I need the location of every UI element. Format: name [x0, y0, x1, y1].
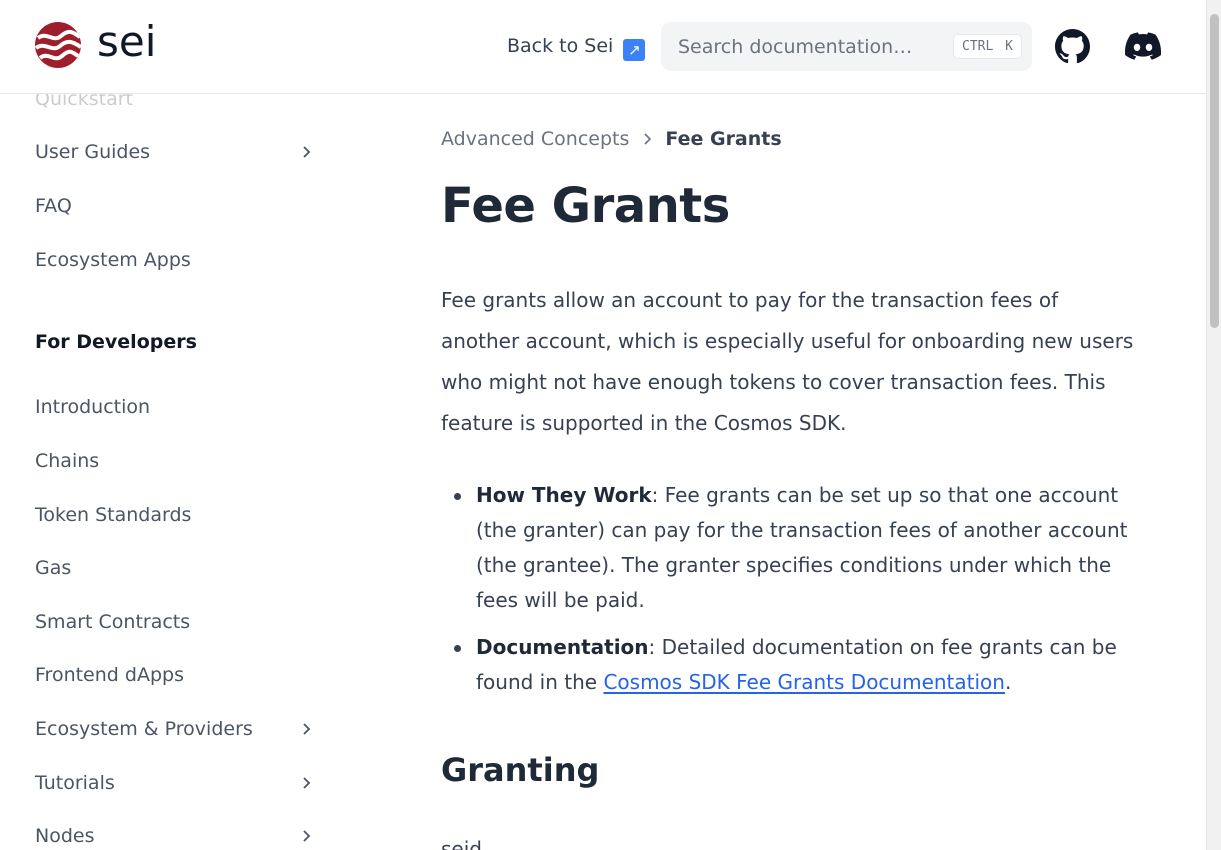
- chevron-right-icon[interactable]: [300, 722, 314, 736]
- sidebar-item-introduction[interactable]: Introduction: [35, 394, 320, 420]
- breadcrumb-parent[interactable]: Advanced Concepts: [441, 127, 629, 151]
- sidebar-item-label: Frontend dApps: [35, 664, 184, 686]
- breadcrumb-current: Fee Grants: [665, 128, 782, 150]
- list-item: Documentation: Detailed documentation on…: [441, 630, 1151, 700]
- sidebar-item-label: Chains: [35, 450, 100, 472]
- sidebar-item-label: Tutorials: [35, 772, 115, 794]
- sidebar-item-gas[interactable]: Gas: [35, 555, 320, 581]
- sidebar-item-frontend-dapps[interactable]: Frontend dApps: [35, 662, 320, 688]
- discord-icon[interactable]: [1125, 32, 1161, 60]
- page-title: Fee Grants: [441, 178, 730, 234]
- sidebar-item-label: FAQ: [35, 195, 72, 217]
- chevron-right-icon[interactable]: [300, 145, 314, 159]
- sidebar-item-label: Smart Contracts: [35, 611, 191, 633]
- sei-logo[interactable]: sei: [35, 17, 157, 68]
- sidebar-item-tutorials[interactable]: Tutorials: [35, 770, 320, 796]
- breadcrumb: Advanced Concepts Fee Grants: [441, 127, 782, 151]
- bullet-list: How They Work: Fee grants can be set up …: [441, 478, 1151, 712]
- sidebar-item-smart-contracts[interactable]: Smart Contracts: [35, 609, 320, 635]
- list-item: How They Work: Fee grants can be set up …: [441, 478, 1151, 618]
- scrollbar-thumb[interactable]: [1210, 14, 1219, 328]
- sidebar: Quickstart User Guides FAQ Ecosystem App…: [0, 94, 340, 850]
- sidebar-item-label: Ecosystem Apps: [35, 249, 191, 271]
- github-icon[interactable]: [1055, 29, 1090, 64]
- sidebar-item-label: Nodes: [35, 825, 95, 847]
- external-arrow-icon: ↗: [623, 39, 646, 61]
- cosmos-docs-link[interactable]: Cosmos SDK Fee Grants Documentation: [603, 670, 1005, 694]
- back-link-label: Back to Sei: [507, 35, 614, 57]
- code-snippet-start: seid: [441, 837, 482, 850]
- search-input[interactable]: [678, 34, 948, 60]
- back-to-sei-link[interactable]: Back to Sei ↗: [507, 34, 646, 61]
- sidebar-item-label: Quickstart: [35, 94, 133, 110]
- sidebar-item-quickstart[interactable]: Quickstart: [35, 94, 320, 112]
- search-shortcut-hint: CTRL K: [953, 34, 1022, 59]
- sidebar-item-token-standards[interactable]: Token Standards: [35, 502, 320, 528]
- intro-paragraph: Fee grants allow an account to pay for t…: [441, 288, 1134, 435]
- page-scrollbar[interactable]: [1206, 0, 1221, 850]
- chevron-right-icon[interactable]: [300, 776, 314, 790]
- sidebar-item-label: User Guides: [35, 141, 151, 163]
- sidebar-item-label: Introduction: [35, 396, 151, 418]
- section-heading-granting: Granting: [441, 751, 600, 789]
- chevron-right-icon[interactable]: [300, 829, 314, 843]
- sidebar-item-nodes[interactable]: Nodes: [35, 823, 320, 849]
- sei-logo-icon: [35, 22, 81, 68]
- bullet-term: How They Work: [476, 483, 652, 507]
- sidebar-item-user-guides[interactable]: User Guides: [35, 139, 320, 165]
- sidebar-item-label: Token Standards: [35, 504, 192, 526]
- sidebar-section-heading: For Developers: [35, 331, 197, 353]
- logo-text: sei: [97, 17, 157, 66]
- sidebar-item-faq[interactable]: FAQ: [35, 193, 320, 219]
- sidebar-item-label: Gas: [35, 557, 72, 579]
- bullet-term: Documentation: [476, 635, 649, 659]
- sidebar-item-ecosystem-apps[interactable]: Ecosystem Apps: [35, 247, 320, 273]
- top-header: sei Back to Sei ↗ CTRL K: [0, 0, 1206, 94]
- chevron-right-icon: [644, 133, 652, 145]
- search-box[interactable]: CTRL K: [661, 22, 1032, 71]
- sidebar-item-label: Ecosystem & Providers: [35, 718, 253, 740]
- bullet-text-end: .: [1004, 670, 1012, 694]
- sidebar-item-ecosystem-providers[interactable]: Ecosystem & Providers: [35, 716, 320, 742]
- sidebar-item-chains[interactable]: Chains: [35, 448, 320, 474]
